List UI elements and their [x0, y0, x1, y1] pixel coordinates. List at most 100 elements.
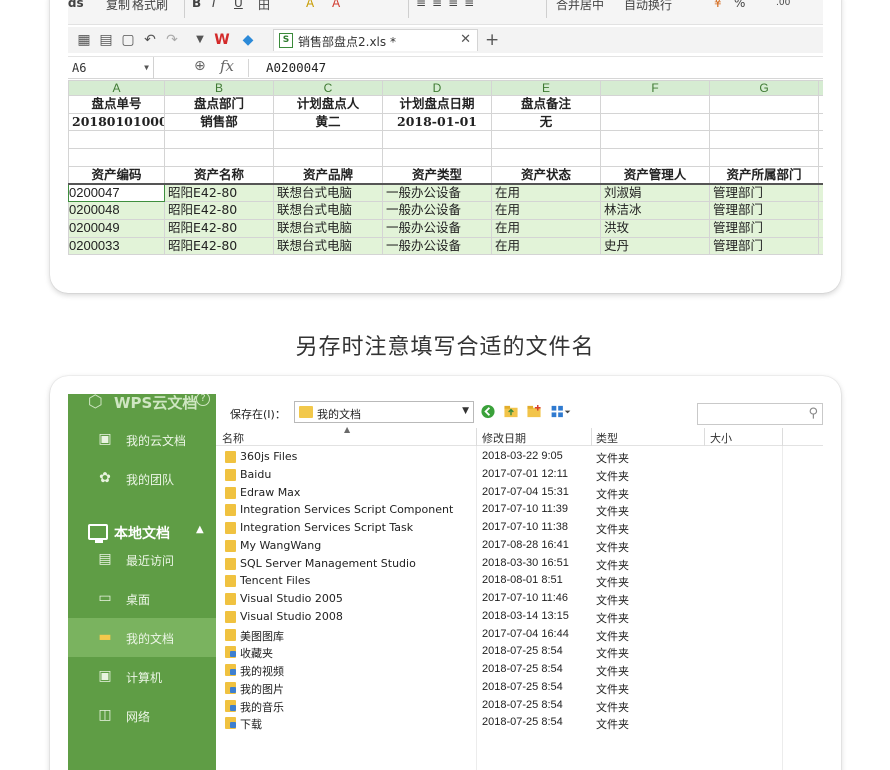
cell[interactable]: 在用	[491, 218, 601, 238]
cell-selected[interactable]: 0200047	[68, 183, 165, 203]
sidebar-item-team[interactable]: ✿ 我的团队	[68, 459, 216, 498]
cell[interactable]: 一般办公设备	[382, 236, 492, 256]
cell[interactable]	[818, 95, 823, 114]
cell[interactable]: 201801010001	[68, 112, 165, 132]
wrap-text-button[interactable]: 自动换行	[624, 0, 672, 13]
cell[interactable]	[818, 183, 823, 203]
file-row[interactable]: Visual Studio 2005 2017-07-10 11:46 文件夹	[216, 590, 823, 608]
cell[interactable]	[818, 218, 823, 238]
chevron-up-icon[interactable]: ▲	[196, 524, 204, 535]
file-row[interactable]: My WangWang 2017-08-28 16:41 文件夹	[216, 537, 823, 555]
sidebar-item-recent[interactable]: ▤ 最近访问	[68, 540, 216, 579]
cell[interactable]: 盘点单号	[68, 95, 165, 114]
search-icon[interactable]: ⚲	[808, 406, 818, 421]
file-row[interactable]: Visual Studio 2008 2018-03-14 13:15 文件夹	[216, 608, 823, 626]
cell[interactable]: 资产所属部门	[709, 165, 819, 185]
cell[interactable]	[818, 165, 823, 185]
redo-icon[interactable]: ↷	[164, 32, 180, 48]
cell[interactable]: 管理部门	[709, 201, 819, 220]
cell[interactable]	[382, 148, 492, 167]
cell[interactable]: 0200048	[68, 201, 165, 220]
up-folder-icon[interactable]	[503, 404, 519, 419]
cell[interactable]	[709, 95, 819, 114]
fill-color-button[interactable]: A	[306, 0, 314, 10]
file-row[interactable]: Integration Services Script Task 2017-07-…	[216, 519, 823, 537]
column-name[interactable]: 名称	[222, 430, 244, 446]
cell[interactable]: 林洁冰	[600, 201, 710, 220]
cell[interactable]	[600, 148, 710, 167]
cell[interactable]	[68, 130, 165, 150]
cell[interactable]	[164, 148, 274, 167]
cell[interactable]: 联想台式电脑	[273, 183, 383, 203]
column-header[interactable]: G	[709, 80, 819, 96]
ribbon-format-painter-button[interactable]: 格式刷	[132, 0, 168, 13]
undo-icon[interactable]: ↶	[142, 32, 158, 48]
ribbon-copy-button[interactable]: 复制	[106, 0, 130, 13]
sidebar-item-cloud-docs[interactable]: ▣ 我的云文档	[68, 420, 216, 459]
new-folder-icon[interactable]	[526, 404, 542, 419]
cell[interactable]	[709, 112, 819, 132]
cell[interactable]: 2018-01-01	[382, 112, 492, 132]
cell[interactable]: 盘点备注	[491, 95, 601, 114]
name-box[interactable]: A6 ▼	[68, 57, 154, 79]
font-color-button[interactable]: A	[332, 0, 340, 10]
document-tab[interactable]: S 销售部盘点2.xls * ✕	[273, 29, 478, 51]
cell[interactable]	[68, 148, 165, 167]
ribbon-cut-label[interactable]: rds	[68, 0, 84, 10]
print-preview-icon[interactable]: ▦	[76, 32, 92, 48]
cell[interactable]: 盘点部门	[164, 95, 274, 114]
cell[interactable]: 0200033	[68, 236, 165, 256]
cell[interactable]: 资产编码	[68, 165, 165, 185]
cell[interactable]: 管理部门	[709, 236, 819, 256]
column-header[interactable]: E	[491, 80, 601, 96]
file-row[interactable]: Edraw Max 2017-07-04 15:31 文件夹	[216, 484, 823, 502]
formula-input[interactable]: A0200047	[266, 60, 326, 75]
align-buttons[interactable]: ≡≡≡≡	[416, 0, 480, 10]
cell[interactable]: 计划盘点人	[273, 95, 383, 114]
save-in-select[interactable]: 我的文档 ▼	[294, 401, 474, 423]
cell[interactable]: 史丹	[600, 236, 710, 256]
cell[interactable]: 在用	[491, 183, 601, 203]
dropdown-arrow-icon[interactable]: ▼	[192, 32, 208, 48]
cell[interactable]: 资产管理人	[600, 165, 710, 185]
bold-button[interactable]: B	[192, 0, 201, 10]
column-divider[interactable]	[704, 428, 705, 446]
column-header[interactable]: F	[600, 80, 710, 96]
cell[interactable]	[164, 130, 274, 150]
file-row[interactable]: 我的音乐 2018-07-25 8:54 文件夹	[216, 697, 823, 715]
file-row[interactable]: 收藏夹 2018-07-25 8:54 文件夹	[216, 643, 823, 661]
cell[interactable]: 黄二	[273, 112, 383, 132]
cell[interactable]	[600, 112, 710, 132]
column-divider[interactable]	[476, 428, 477, 446]
fx-icon[interactable]: fx	[220, 57, 234, 75]
percent-button[interactable]: %	[734, 0, 745, 10]
column-header[interactable]: D	[382, 80, 492, 96]
column-modified[interactable]: 修改日期	[482, 430, 526, 446]
wps-logo-icon[interactable]: W	[214, 32, 230, 48]
preview-icon[interactable]: ▢	[120, 32, 136, 48]
column-divider[interactable]	[782, 428, 783, 446]
cell[interactable]: 昭阳E42-80	[164, 236, 274, 256]
file-row[interactable]: Integration Services Script Component 201…	[216, 501, 823, 519]
file-row[interactable]: 美图图库 2017-07-04 16:44 文件夹	[216, 626, 823, 644]
cell[interactable]: 洪玫	[600, 218, 710, 238]
file-row[interactable]: 下载 2018-07-25 8:54 文件夹	[216, 714, 823, 732]
column-header[interactable]: A	[68, 80, 165, 96]
cell[interactable]: 资产类型	[382, 165, 492, 185]
cell[interactable]: 一般办公设备	[382, 201, 492, 220]
cell[interactable]: 无	[491, 112, 601, 132]
column-size[interactable]: 大小	[710, 430, 732, 446]
help-icon[interactable]: ?	[196, 394, 210, 406]
cell[interactable]	[491, 148, 601, 167]
cell[interactable]: 资产名称	[164, 165, 274, 185]
cell[interactable]	[818, 201, 823, 220]
file-row[interactable]: Baidu 2017-07-01 12:11 文件夹	[216, 466, 823, 484]
file-row[interactable]: 我的图片 2018-07-25 8:54 文件夹	[216, 679, 823, 697]
chevron-down-icon[interactable]: ▼	[144, 57, 149, 79]
cell[interactable]: 资产状态	[491, 165, 601, 185]
cell[interactable]: 计划盘点日期	[382, 95, 492, 114]
cell[interactable]	[818, 130, 823, 150]
back-icon[interactable]	[480, 404, 496, 419]
merge-center-button[interactable]: 合并居中	[556, 0, 604, 13]
cell[interactable]	[818, 236, 823, 256]
